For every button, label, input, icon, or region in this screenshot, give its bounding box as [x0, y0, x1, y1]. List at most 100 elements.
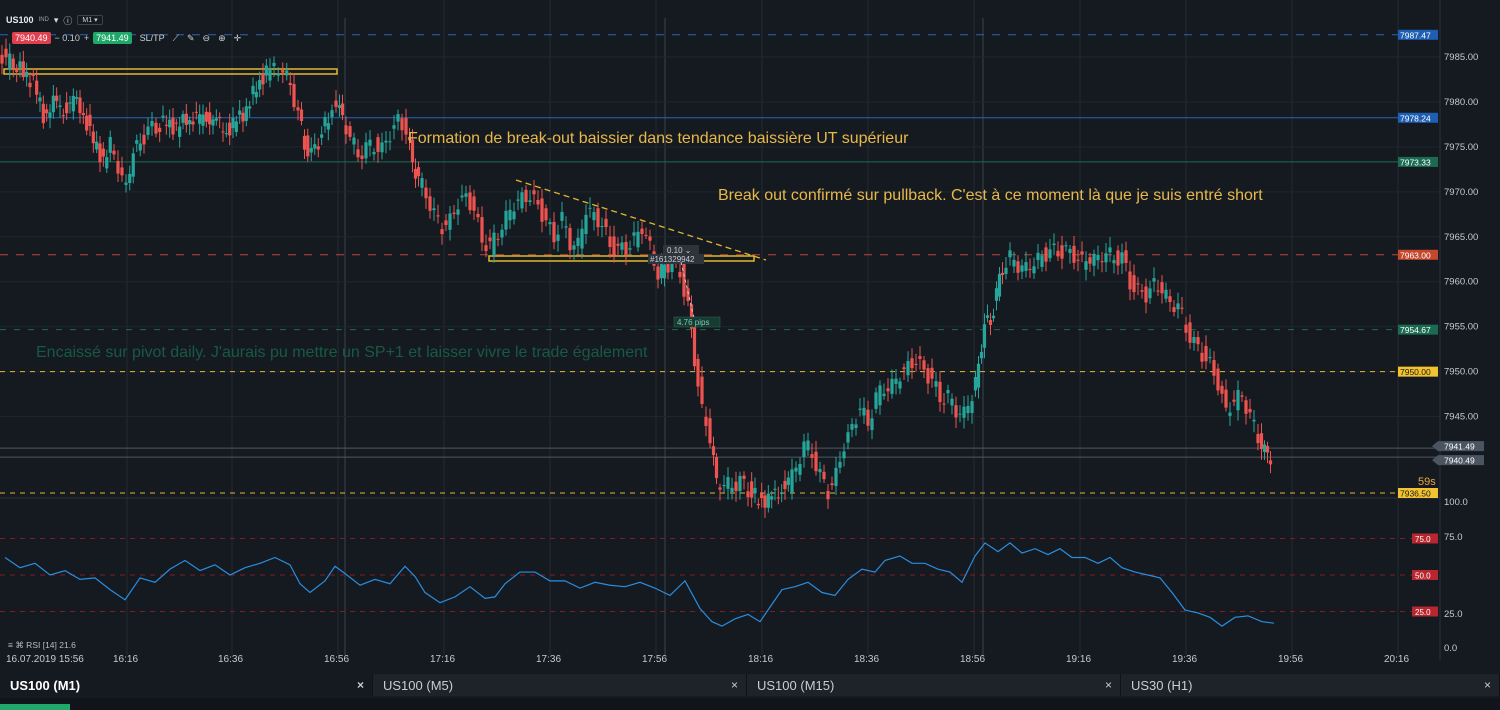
tab-us30-h1[interactable]: US30 (H1) × [1121, 674, 1500, 696]
candle-body [337, 105, 342, 109]
candle-body [810, 454, 814, 458]
tab-us100-m5[interactable]: US100 (M5) × [373, 674, 747, 696]
candle-body [18, 61, 22, 68]
sell-button[interactable]: 7940.49 [12, 32, 51, 44]
candle-body [616, 243, 620, 246]
candle-body [492, 232, 496, 256]
dropdown-icon[interactable]: ▾ [54, 15, 59, 26]
plus-button[interactable]: + [84, 33, 89, 43]
zoom-in-icon[interactable]: ⊕ [218, 33, 226, 44]
candle-body [979, 352, 984, 359]
candle-body [910, 358, 914, 369]
candle-body [1168, 296, 1172, 303]
candle-body [1008, 250, 1012, 258]
symbol-name[interactable]: US100 [6, 15, 34, 25]
time-tick-label: 17:16 [430, 654, 455, 665]
candle-body [480, 217, 484, 243]
candle-body [168, 119, 172, 128]
candle-body [228, 122, 232, 136]
candle-body [985, 315, 990, 318]
candle-body [360, 155, 364, 159]
candle-body [1108, 247, 1112, 253]
candle-body [1068, 248, 1072, 253]
candle-body [75, 96, 79, 99]
candle-body [1060, 245, 1064, 259]
candle-body [926, 368, 930, 384]
candle-body [15, 68, 19, 73]
chart-area[interactable]: 7985.00 7980.00 7975.00 7970.00 7965.00 7960.… [0, 0, 1500, 675]
timeframe-selector[interactable]: M1 ▾ [77, 15, 103, 25]
candle-body [120, 167, 124, 176]
candle-body [659, 263, 664, 279]
candle-body [592, 212, 596, 221]
candle-body [894, 378, 898, 384]
candle-body [1220, 385, 1224, 394]
candle-body [234, 121, 238, 133]
crosshair-icon[interactable]: ✛ [234, 33, 242, 44]
candle-body [146, 126, 150, 135]
tab-us100-m15[interactable]: US100 (M15) × [747, 674, 1121, 696]
line-tool-icon[interactable]: ⟋ [173, 33, 179, 44]
candle-body [640, 228, 644, 235]
candle-body [436, 215, 440, 217]
candle-body [281, 70, 285, 73]
tab-us100-m1[interactable]: US100 (M1) × [0, 674, 373, 696]
candle-body [251, 85, 255, 95]
candle-body [564, 226, 568, 228]
candle-body [882, 393, 886, 397]
draw-icon[interactable]: ✎ [187, 33, 195, 44]
candle-body [982, 324, 987, 348]
zoom-out-icon[interactable]: ⊖ [203, 33, 211, 44]
rsi-tick-label: 25.0 [1444, 609, 1463, 620]
candle-body [1176, 303, 1180, 310]
close-icon[interactable]: × [731, 678, 738, 692]
candle-body [997, 273, 1002, 297]
price-tick-label: 7945.00 [1444, 412, 1478, 423]
candle-body [8, 53, 12, 70]
candle-body [264, 65, 268, 76]
candle-body [902, 367, 906, 370]
price-label-text: 7954.67 [1400, 325, 1431, 335]
candle-body [862, 407, 866, 416]
candle-body [1262, 444, 1267, 453]
close-icon[interactable]: × [1484, 678, 1491, 692]
candle-body [181, 114, 185, 123]
sltp-button[interactable]: SL/TP [140, 33, 165, 43]
price-tick-label: 7985.00 [1444, 52, 1478, 63]
candle-body [786, 477, 790, 485]
lot-badge-text: 0.10 ⌄ [667, 246, 692, 255]
status-strip [0, 698, 1500, 710]
close-icon[interactable]: × [357, 678, 364, 692]
time-tick-label: 16.07.2019 15:56 [6, 654, 84, 665]
candle-body [68, 102, 72, 104]
candle-body [392, 125, 396, 129]
close-icon[interactable]: × [1105, 678, 1112, 692]
lot-size-field[interactable]: − 0.10 [55, 33, 80, 43]
rsi-panel [0, 538, 1438, 627]
candle-body [790, 469, 794, 493]
candle-body [248, 106, 252, 109]
candle-body [135, 140, 139, 144]
price-label-text: 7950.00 [1400, 367, 1431, 377]
buy-button[interactable]: 7941.49 [93, 32, 132, 44]
candle-body [766, 493, 770, 508]
candle-body [88, 114, 92, 126]
tab-label: US100 (M5) [383, 677, 454, 693]
candle-body [1092, 253, 1096, 266]
candle-body [504, 210, 508, 230]
candle-body [444, 220, 448, 226]
candle-body [268, 68, 272, 81]
candle-body [746, 491, 750, 498]
rsi-tick-label: 100.0 [1444, 497, 1468, 508]
candle-body [1036, 252, 1040, 261]
info-icon[interactable]: ⓘ [63, 14, 72, 27]
candle-body [1120, 252, 1124, 264]
candle-body [516, 199, 520, 201]
price-label-text: 7973.33 [1400, 157, 1431, 167]
instrument-type-badge: IND [38, 17, 49, 23]
candle-body [101, 148, 105, 157]
candle-body [51, 95, 55, 113]
candle-body [624, 241, 628, 255]
candlestick-series [0, 38, 1273, 518]
time-tick-label: 19:16 [1066, 654, 1091, 665]
